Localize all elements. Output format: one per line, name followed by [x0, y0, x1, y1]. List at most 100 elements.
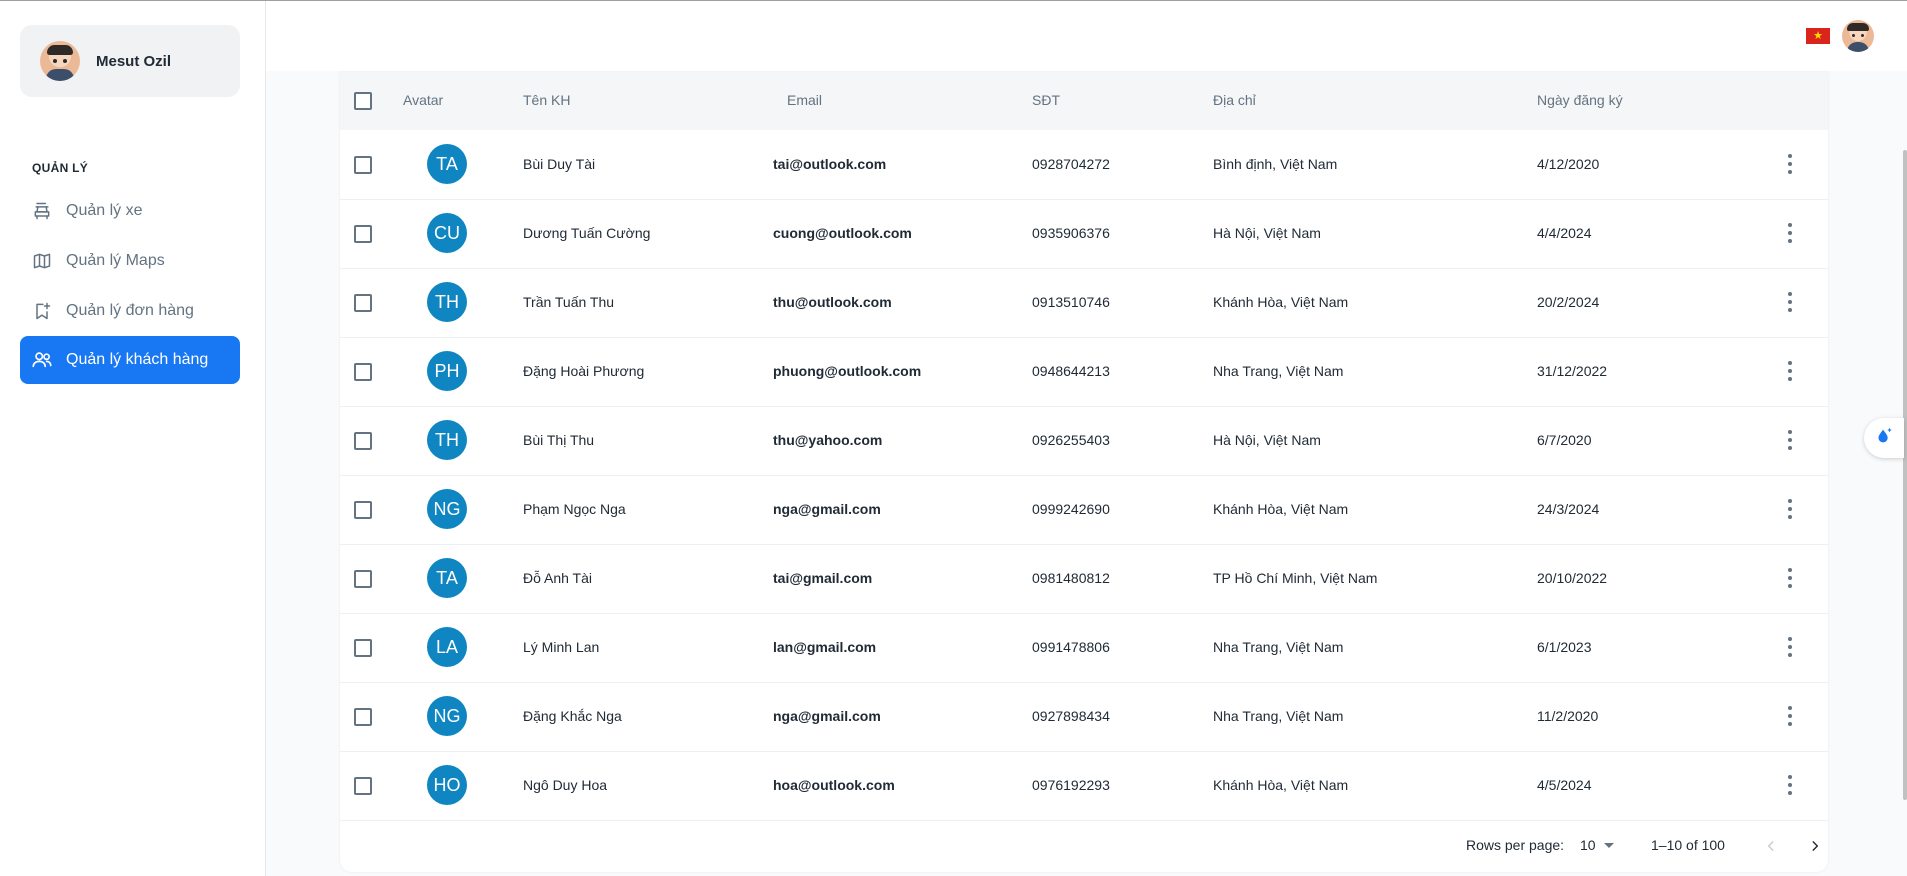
- customer-name: Bùi Duy Tài: [523, 156, 596, 172]
- user-avatar-icon: [1842, 20, 1874, 52]
- theme-settings-button[interactable]: [1864, 418, 1904, 458]
- customer-phone: 0927898434: [1032, 708, 1110, 724]
- customer-avatar: TH: [427, 282, 467, 322]
- sidebar-item-label: Quản lý đơn hàng: [66, 302, 194, 319]
- customer-email: phuong@outlook.com: [773, 363, 922, 379]
- customer-phone: 0948644213: [1032, 363, 1110, 379]
- customer-name: Đặng Hoài Phương: [523, 363, 645, 379]
- vietnam-flag-icon[interactable]: ★: [1806, 28, 1830, 44]
- table-row[interactable]: TH Trần Tuấn Thu thu@outlook.com 0913510746…: [340, 268, 1828, 338]
- row-checkbox[interactable]: [354, 156, 372, 174]
- pagination-range: 1–10 of 100: [1651, 837, 1725, 853]
- customer-avatar: TH: [427, 420, 467, 460]
- row-checkbox[interactable]: [354, 570, 372, 588]
- customer-address: TP Hồ Chí Minh, Việt Nam: [1213, 570, 1378, 586]
- nav-section-title: QUẢN LÝ: [32, 161, 89, 175]
- customer-registered-date: 6/1/2023: [1537, 639, 1592, 655]
- sidebar-item-vehicles[interactable]: Quản lý xe: [20, 187, 240, 235]
- select-all-checkbox[interactable]: [354, 92, 372, 110]
- next-page-icon[interactable]: [1805, 836, 1825, 856]
- customer-registered-date: 4/5/2024: [1537, 777, 1592, 793]
- table-row[interactable]: CU Dương Tuấn Cường cuong@outlook.com 09359…: [340, 199, 1828, 269]
- row-checkbox[interactable]: [354, 225, 372, 243]
- table-row[interactable]: NG Đặng Khắc Nga nga@gmail.com 0927898434 Nh…: [340, 682, 1828, 752]
- row-checkbox[interactable]: [354, 432, 372, 450]
- users-icon: [30, 348, 54, 372]
- sidebar-item-label: Quản lý khách hàng: [66, 351, 209, 368]
- row-checkbox[interactable]: [354, 708, 372, 726]
- column-header-phone: SĐT: [1032, 92, 1060, 108]
- sidebar-item-maps[interactable]: Quản lý Maps: [20, 237, 240, 285]
- row-checkbox[interactable]: [354, 777, 372, 795]
- sidebar-item-label: Quản lý Maps: [66, 252, 165, 269]
- user-avatar: [40, 41, 80, 81]
- customer-name: Ngô Duy Hoa: [523, 777, 608, 793]
- customer-email: lan@gmail.com: [773, 639, 877, 655]
- customer-avatar: CU: [427, 213, 467, 253]
- row-checkbox[interactable]: [354, 639, 372, 657]
- customer-email: nga@gmail.com: [773, 501, 881, 517]
- more-vertical-icon[interactable]: [1788, 568, 1792, 588]
- droplet-icon: [1873, 425, 1895, 452]
- row-checkbox[interactable]: [354, 501, 372, 519]
- customer-address: Khánh Hòa, Việt Nam: [1213, 777, 1349, 793]
- rows-per-page-select[interactable]: 10: [1580, 837, 1596, 853]
- more-vertical-icon[interactable]: [1788, 292, 1792, 312]
- customer-phone: 0991478806: [1032, 639, 1110, 655]
- customer-avatar: NG: [427, 696, 467, 736]
- column-header-registered-date: Ngày đăng ký: [1537, 92, 1623, 108]
- customer-phone: 0913510746: [1032, 294, 1110, 310]
- customer-registered-date: 31/12/2022: [1537, 363, 1608, 379]
- customer-email: thu@yahoo.com: [773, 432, 883, 448]
- customer-registered-date: 20/10/2022: [1537, 570, 1608, 586]
- header-avatar[interactable]: [1842, 20, 1874, 52]
- customer-avatar: TA: [427, 558, 467, 598]
- customer-registered-date: 11/2/2020: [1537, 708, 1599, 724]
- more-vertical-icon[interactable]: [1788, 775, 1792, 795]
- customer-phone: 0935906376: [1032, 225, 1110, 241]
- sidebar: Mesut Ozil QUẢN LÝ Quản lý xe Quản lý Ma…: [0, 1, 266, 876]
- column-header-name: Tên KH: [523, 92, 571, 108]
- customer-address: Khánh Hòa, Việt Nam: [1213, 294, 1349, 310]
- table-row[interactable]: PH Đặng Hoài Phương phuong@outlook.com 0948…: [340, 337, 1828, 407]
- customer-email: hoa@outlook.com: [773, 777, 895, 793]
- table-row[interactable]: LA Lý Minh Lan lan@gmail.com 0991478806 Nha …: [340, 613, 1828, 683]
- customer-email: tai@gmail.com: [773, 570, 873, 586]
- previous-page-icon[interactable]: [1761, 836, 1781, 856]
- customer-avatar: LA: [427, 627, 467, 667]
- rows-per-page-label: Rows per page:: [1466, 837, 1565, 853]
- table-row[interactable]: TA Bùi Duy Tài tai@outlook.com 0928704272 Bì…: [340, 130, 1828, 200]
- customer-name: Trần Tuấn Thu: [523, 294, 615, 310]
- more-vertical-icon[interactable]: [1788, 706, 1792, 726]
- more-vertical-icon[interactable]: [1788, 499, 1792, 519]
- customer-address: Nha Trang, Việt Nam: [1213, 639, 1344, 655]
- table-row[interactable]: TA Đỗ Anh Tài tai@gmail.com 0981480812 TP Hồ…: [340, 544, 1828, 614]
- top-header: [266, 1, 1907, 71]
- customer-registered-date: 24/3/2024: [1537, 501, 1600, 517]
- customer-name: Đặng Khắc Nga: [523, 708, 622, 724]
- more-vertical-icon[interactable]: [1788, 637, 1792, 657]
- chevron-down-icon[interactable]: [1604, 843, 1614, 848]
- user-profile-card[interactable]: Mesut Ozil: [20, 25, 240, 97]
- more-vertical-icon[interactable]: [1788, 361, 1792, 381]
- map-icon: [30, 249, 54, 273]
- customer-name: Dương Tuấn Cường: [523, 225, 651, 241]
- customer-avatar: NG: [427, 489, 467, 529]
- more-vertical-icon[interactable]: [1788, 223, 1792, 243]
- column-header-avatar: Avatar: [403, 92, 444, 108]
- table-row[interactable]: HO Ngô Duy Hoa hoa@outlook.com 0976192293 Kh…: [340, 751, 1828, 821]
- row-checkbox[interactable]: [354, 294, 372, 312]
- row-checkbox[interactable]: [354, 363, 372, 381]
- customer-avatar: PH: [427, 351, 467, 391]
- table-row[interactable]: TH Bùi Thị Thu thu@yahoo.com 0926255403 Hà N…: [340, 406, 1828, 476]
- customer-registered-date: 4/12/2020: [1537, 156, 1600, 172]
- customer-email: cuong@outlook.com: [773, 225, 912, 241]
- page-scrollbar[interactable]: [1903, 150, 1907, 800]
- customer-name: Đỗ Anh Tài: [523, 570, 593, 586]
- customer-address: Hà Nội, Việt Nam: [1213, 225, 1321, 241]
- sidebar-item-orders[interactable]: Quản lý đơn hàng: [20, 287, 240, 335]
- sidebar-item-customers[interactable]: Quản lý khách hàng: [20, 336, 240, 384]
- table-row[interactable]: NG Phạm Ngọc Nga nga@gmail.com 0999242690 Kh…: [340, 475, 1828, 545]
- more-vertical-icon[interactable]: [1788, 154, 1792, 174]
- more-vertical-icon[interactable]: [1788, 430, 1792, 450]
